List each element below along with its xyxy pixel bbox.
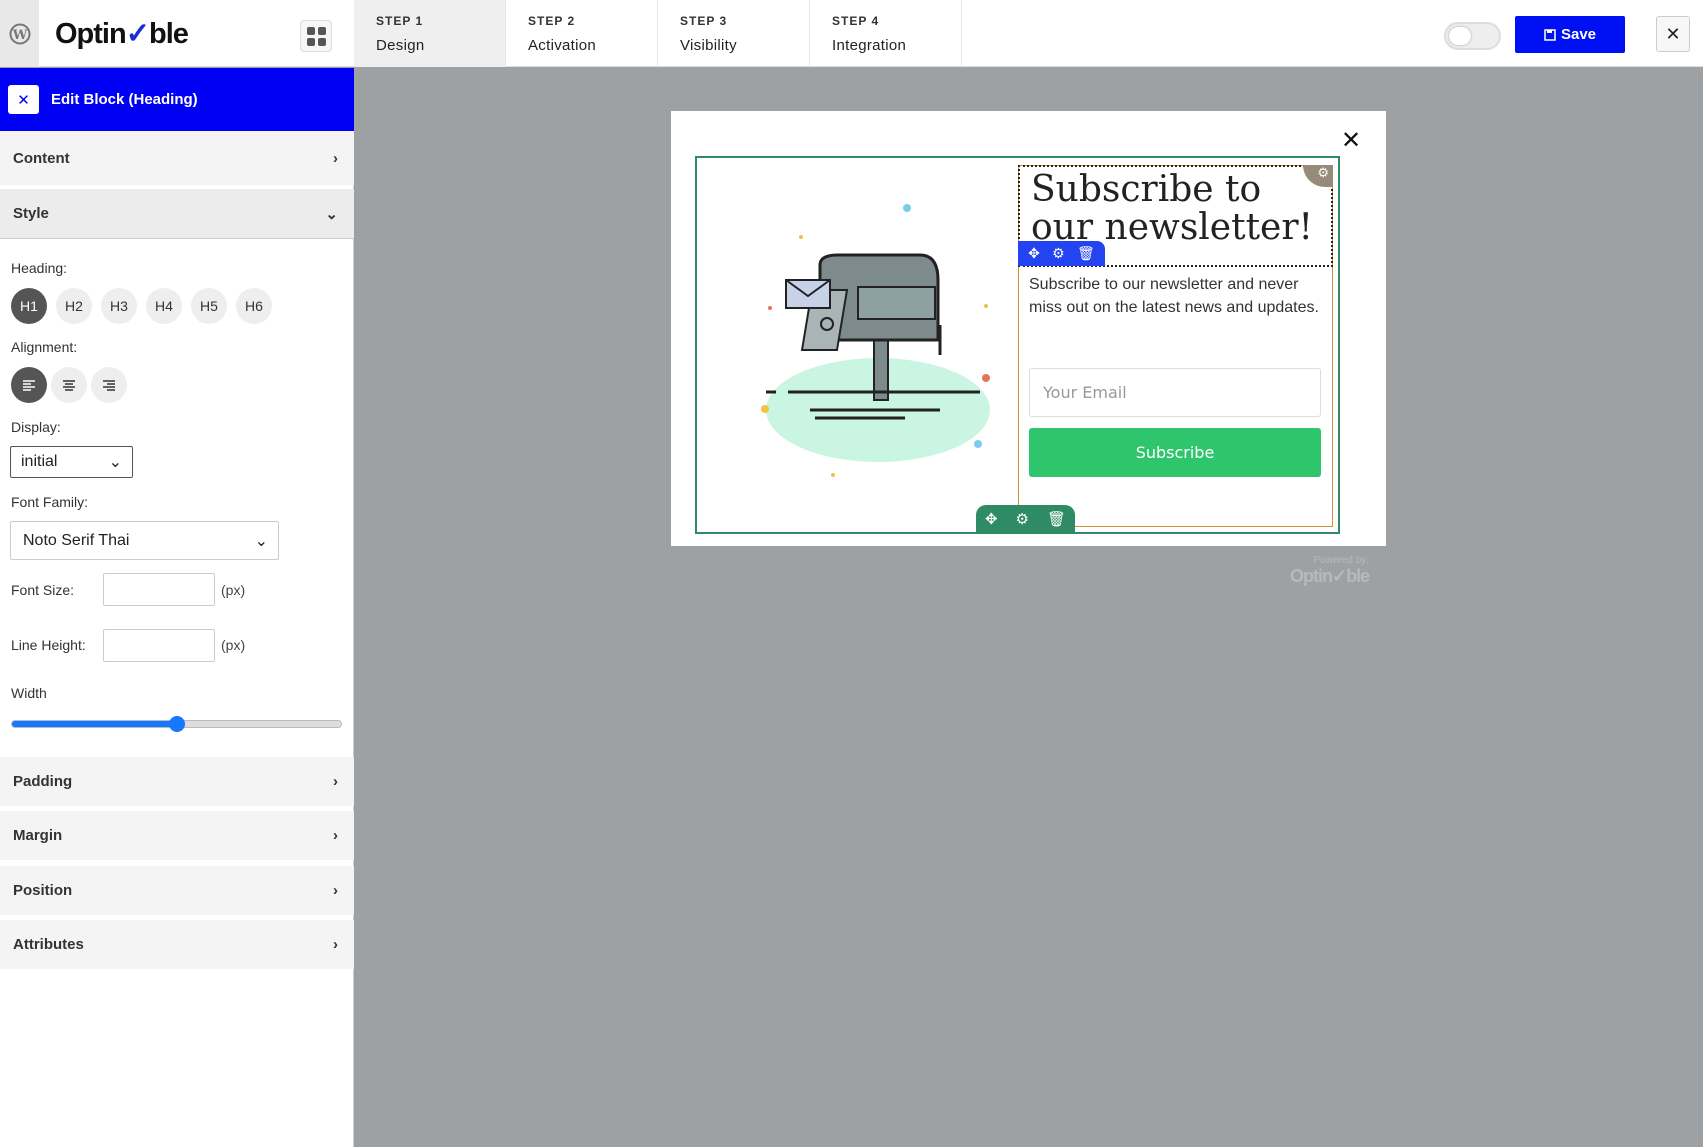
- close-editor-button[interactable]: ✕: [1656, 16, 1690, 52]
- powered-by-label: Powered by:: [1313, 555, 1370, 566]
- apps-grid-icon[interactable]: [300, 20, 332, 52]
- chevron-down-icon: ⌄: [254, 532, 268, 550]
- section-position[interactable]: Position ›: [0, 866, 354, 915]
- alignment-group: [11, 367, 136, 403]
- status-toggle[interactable]: [1444, 22, 1501, 50]
- section-padding[interactable]: Padding ›: [0, 757, 354, 806]
- chevron-right-icon: ›: [333, 936, 338, 953]
- chevron-right-icon: ›: [333, 773, 338, 790]
- step-number: STEP 4: [832, 14, 880, 28]
- save-button[interactable]: Save: [1515, 16, 1625, 53]
- optinable-logo: Optin✓ble: [55, 18, 189, 50]
- alignment-label: Alignment:: [11, 339, 78, 355]
- section-style[interactable]: Style ⌄: [0, 189, 354, 239]
- heading-h5-button[interactable]: H5: [191, 288, 227, 324]
- save-label: Save: [1560, 26, 1597, 43]
- heading-h1-button[interactable]: H1: [11, 288, 47, 324]
- section-content[interactable]: Content ›: [0, 131, 354, 185]
- chevron-down-icon: ⌄: [108, 454, 122, 471]
- display-label: Display:: [11, 419, 61, 435]
- slider-fill: [12, 721, 177, 727]
- heading-block-toolbar: ✥ ⚙ 🗑: [1018, 241, 1105, 266]
- row-block-toolbar: ✥ ⚙ 🗑: [976, 505, 1075, 533]
- edit-block-header: ✕ Edit Block (Heading): [0, 68, 354, 131]
- heading-h2-button[interactable]: H2: [56, 288, 92, 324]
- tab-step-1-design[interactable]: STEP 1 Design: [354, 0, 506, 67]
- trash-icon[interactable]: 🗑: [1047, 510, 1066, 528]
- close-block-button[interactable]: ✕: [8, 85, 39, 114]
- line-height-input[interactable]: [103, 629, 215, 662]
- move-icon[interactable]: ✥: [1028, 245, 1040, 262]
- gear-icon[interactable]: ⚙: [1052, 245, 1065, 262]
- font-family-label: Font Family:: [11, 494, 89, 510]
- heading-h6-button[interactable]: H6: [236, 288, 272, 324]
- wordpress-icon[interactable]: W: [0, 0, 39, 67]
- popup-close-icon[interactable]: ✕: [1341, 126, 1361, 155]
- width-slider[interactable]: [11, 716, 342, 732]
- trash-icon[interactable]: 🗑: [1077, 245, 1095, 262]
- popup-heading[interactable]: Subscribe to our newsletter!: [1031, 171, 1331, 247]
- font-size-label: Font Size:: [11, 582, 75, 598]
- step-number: STEP 1: [376, 14, 424, 28]
- step-number: STEP 3: [680, 14, 728, 28]
- subscribe-button[interactable]: Subscribe: [1029, 428, 1321, 477]
- step-label: Visibility: [680, 37, 737, 54]
- save-icon: [1544, 28, 1556, 41]
- step-number: STEP 2: [528, 14, 576, 28]
- align-left-icon[interactable]: [11, 367, 47, 403]
- edit-block-title: Edit Block (Heading): [51, 91, 198, 108]
- step-label: Activation: [528, 37, 597, 54]
- font-size-input[interactable]: [103, 573, 215, 606]
- heading-label: Heading:: [11, 260, 68, 276]
- chevron-down-icon: ⌄: [325, 205, 338, 223]
- heading-level-group: H1 H2 H3 H4 H5 H6: [11, 288, 281, 324]
- display-select[interactable]: initial ⌄: [10, 446, 133, 478]
- section-margin[interactable]: Margin ›: [0, 811, 354, 860]
- tab-step-3-visibility[interactable]: STEP 3 Visibility: [658, 0, 810, 67]
- section-label: Padding: [13, 773, 73, 790]
- svg-text:W: W: [11, 28, 27, 43]
- align-center-icon[interactable]: [51, 367, 87, 403]
- slider-thumb[interactable]: [168, 716, 185, 732]
- move-icon[interactable]: ✥: [985, 510, 998, 528]
- tab-step-4-integration[interactable]: STEP 4 Integration: [810, 0, 962, 67]
- sidebar: ✕ Edit Block (Heading) Content › Style ⌄ H…: [0, 68, 354, 1147]
- font-family-value: Noto Serif Thai: [23, 531, 130, 549]
- chevron-right-icon: ›: [333, 827, 338, 844]
- chevron-right-icon: ›: [333, 149, 338, 167]
- popup-description[interactable]: Subscribe to our newsletter and never mi…: [1029, 273, 1319, 319]
- section-label: Attributes: [13, 936, 84, 953]
- width-label: Width: [11, 685, 47, 701]
- font-family-select[interactable]: Noto Serif Thai ⌄: [10, 521, 279, 560]
- email-input[interactable]: [1029, 368, 1321, 417]
- mailbox-illustration: [761, 204, 990, 477]
- top-bar: W Optin✓ble STEP 1 Design STEP 2 Activat…: [0, 0, 1703, 67]
- powered-by-logo: Optin✓ble: [1290, 566, 1370, 586]
- step-label: Integration: [832, 37, 907, 54]
- section-label: Margin: [13, 827, 63, 844]
- heading-h3-button[interactable]: H3: [101, 288, 137, 324]
- line-height-unit: (px): [221, 637, 246, 653]
- step-label: Design: [376, 37, 425, 54]
- tab-step-2-activation[interactable]: STEP 2 Activation: [506, 0, 658, 67]
- section-attributes[interactable]: Attributes ›: [0, 920, 354, 969]
- heading-h4-button[interactable]: H4: [146, 288, 182, 324]
- line-height-label: Line Height:: [11, 637, 86, 653]
- chevron-right-icon: ›: [333, 882, 338, 899]
- section-label: Style: [13, 205, 49, 222]
- powered-by: Powered by: Optin✓ble: [1290, 555, 1370, 587]
- section-label: Position: [13, 882, 73, 899]
- gear-icon[interactable]: ⚙: [1016, 510, 1029, 528]
- section-label: Content: [13, 149, 70, 167]
- font-size-unit: (px): [221, 582, 246, 598]
- display-value: initial: [21, 453, 58, 470]
- align-right-icon[interactable]: [91, 367, 127, 403]
